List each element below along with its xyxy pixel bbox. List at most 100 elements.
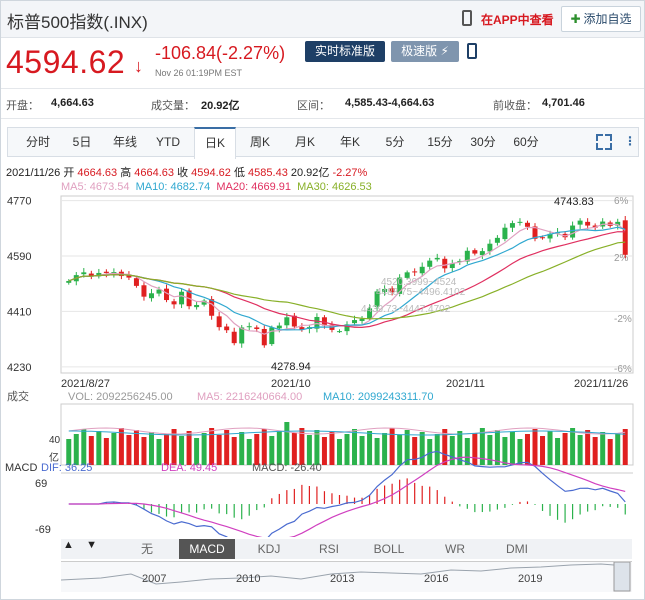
volume-bar (186, 431, 192, 465)
volume-bar (532, 429, 538, 465)
volume-ma5: MA5: 2216240664.00 (197, 391, 302, 403)
volume-bar (224, 430, 230, 465)
volume-bar (585, 430, 591, 465)
candle-body (577, 220, 583, 225)
tab-8[interactable]: 5分 (375, 128, 415, 156)
info-low-value: 4585.43 (248, 167, 288, 179)
volume-bar (148, 432, 154, 465)
candle-body (622, 220, 628, 255)
tab-4[interactable]: 日K (194, 127, 236, 159)
annotation-low: 4278.94 (271, 361, 311, 373)
indicator-tab-3[interactable]: RSI (301, 539, 357, 559)
pct-tick: 6% (614, 196, 629, 207)
volume-bar (81, 429, 87, 465)
candle-body (352, 320, 358, 324)
candle-body (284, 317, 290, 326)
index-title: 标普500指数(.INX) (7, 13, 148, 32)
volume-bar (434, 434, 440, 465)
nav-year: 2007 (142, 573, 167, 585)
indicator-tab-4[interactable]: BOLL (361, 539, 417, 559)
candle-body (179, 291, 185, 305)
add-watchlist-button[interactable]: ✚ 添加自选 (561, 6, 641, 32)
tab-6[interactable]: 月K (285, 128, 325, 156)
volume-bar (254, 434, 260, 465)
info-close-value: 4594.62 (191, 167, 231, 179)
candle-body (585, 221, 591, 226)
volume-bar (359, 436, 365, 465)
volume-bar (600, 432, 606, 465)
tab-5[interactable]: 周K (240, 128, 280, 156)
volume-bar (321, 437, 327, 465)
ma-line-10 (68, 226, 626, 331)
candle-body (494, 237, 500, 243)
range-label: 区间： (297, 100, 330, 112)
kline-chart[interactable]: 47704590441042306%2%-2%-6%4743.834278.94… (1, 191, 644, 537)
phone-icon[interactable] (462, 10, 472, 26)
candle-body (254, 327, 260, 329)
volume-vol: VOL: 2092256245.00 (68, 391, 173, 403)
header-bar: 标普500指数(.INX) 在APP中查看 ✚ 添加自选 (1, 1, 644, 38)
macd-dea: DEA: 49.45 (161, 462, 217, 474)
tab-7[interactable]: 年K (330, 128, 370, 156)
y-tick: 4770 (7, 196, 31, 208)
range-value: 4,585.43-4,664.63 (345, 97, 435, 109)
volume-bar (261, 429, 267, 465)
quote-timestamp: Nov 26 01:19PM EST (155, 68, 243, 78)
indicator-tab-1[interactable]: MACD (179, 539, 235, 559)
scroll-up-icon[interactable]: ▲ (63, 539, 74, 551)
candle-body (502, 227, 508, 240)
volume-bar (133, 430, 139, 465)
candle-body (141, 285, 147, 297)
volume-bar (472, 433, 478, 465)
tab-10[interactable]: 30分 (463, 128, 503, 156)
fullscreen-icon[interactable] (596, 134, 612, 150)
volume-bar (216, 435, 222, 465)
realtime-standard-button[interactable]: 实时标准版 (305, 41, 385, 62)
volume-bar (449, 436, 455, 465)
tab-2[interactable]: 年线 (105, 128, 145, 156)
tab-1[interactable]: 5日 (62, 128, 102, 156)
volume-bar (246, 439, 252, 465)
volume-bar (344, 434, 350, 465)
volume-bar (118, 428, 124, 465)
volume-bar (179, 436, 185, 465)
volume-bar (276, 431, 282, 465)
tab-11[interactable]: 60分 (506, 128, 546, 156)
down-arrow-icon: ↓ (134, 56, 143, 76)
volume-bar (592, 437, 598, 465)
tab-9[interactable]: 15分 (420, 128, 460, 156)
volume-ma10: MA10: 2099243311.70 (323, 391, 434, 403)
tab-3[interactable]: YTD (148, 128, 188, 156)
candle-info-line: 2021/11/26 开 4664.63 高 4664.63 收 4594.62… (6, 164, 367, 180)
volume-bar (352, 429, 358, 465)
volume-bar (314, 430, 320, 465)
tab-0[interactable]: 分时 (18, 128, 58, 156)
candle-body (442, 258, 448, 269)
indicator-tab-2[interactable]: KDJ (241, 539, 297, 559)
mobile-icon[interactable] (467, 43, 477, 59)
candle-body (336, 331, 342, 333)
volume-bar (374, 438, 380, 465)
more-options-icon[interactable]: ⋮ (624, 135, 636, 147)
annotation-high: 4743.83 (554, 196, 594, 208)
nav-year: 2013 (330, 573, 355, 585)
info-close-label: 收 (177, 167, 189, 179)
volume-label: 成交量： (151, 100, 195, 112)
info-date: 2021/11/26 (6, 167, 61, 179)
volume-bar (540, 436, 546, 465)
indicator-tab-0[interactable]: 无 (119, 539, 175, 559)
candle-body (472, 250, 478, 254)
open-in-app-link[interactable]: 在APP中查看 (481, 11, 554, 28)
indicator-tab-6[interactable]: DMI (489, 539, 545, 559)
indicator-tab-5[interactable]: WR (427, 539, 483, 559)
open-label: 开盘： (6, 100, 39, 112)
volume-bar (111, 433, 117, 465)
scroll-down-icon[interactable]: ▼ (86, 539, 97, 551)
candle-body (148, 293, 154, 299)
add-watchlist-label: 添加自选 (583, 12, 632, 26)
volume-label: 成交 (7, 389, 29, 403)
pct-tick: -6% (614, 364, 632, 375)
candle-body (359, 318, 365, 321)
volume-bar (570, 428, 576, 465)
fast-version-button[interactable]: 极速版 ⚡ (391, 41, 459, 62)
